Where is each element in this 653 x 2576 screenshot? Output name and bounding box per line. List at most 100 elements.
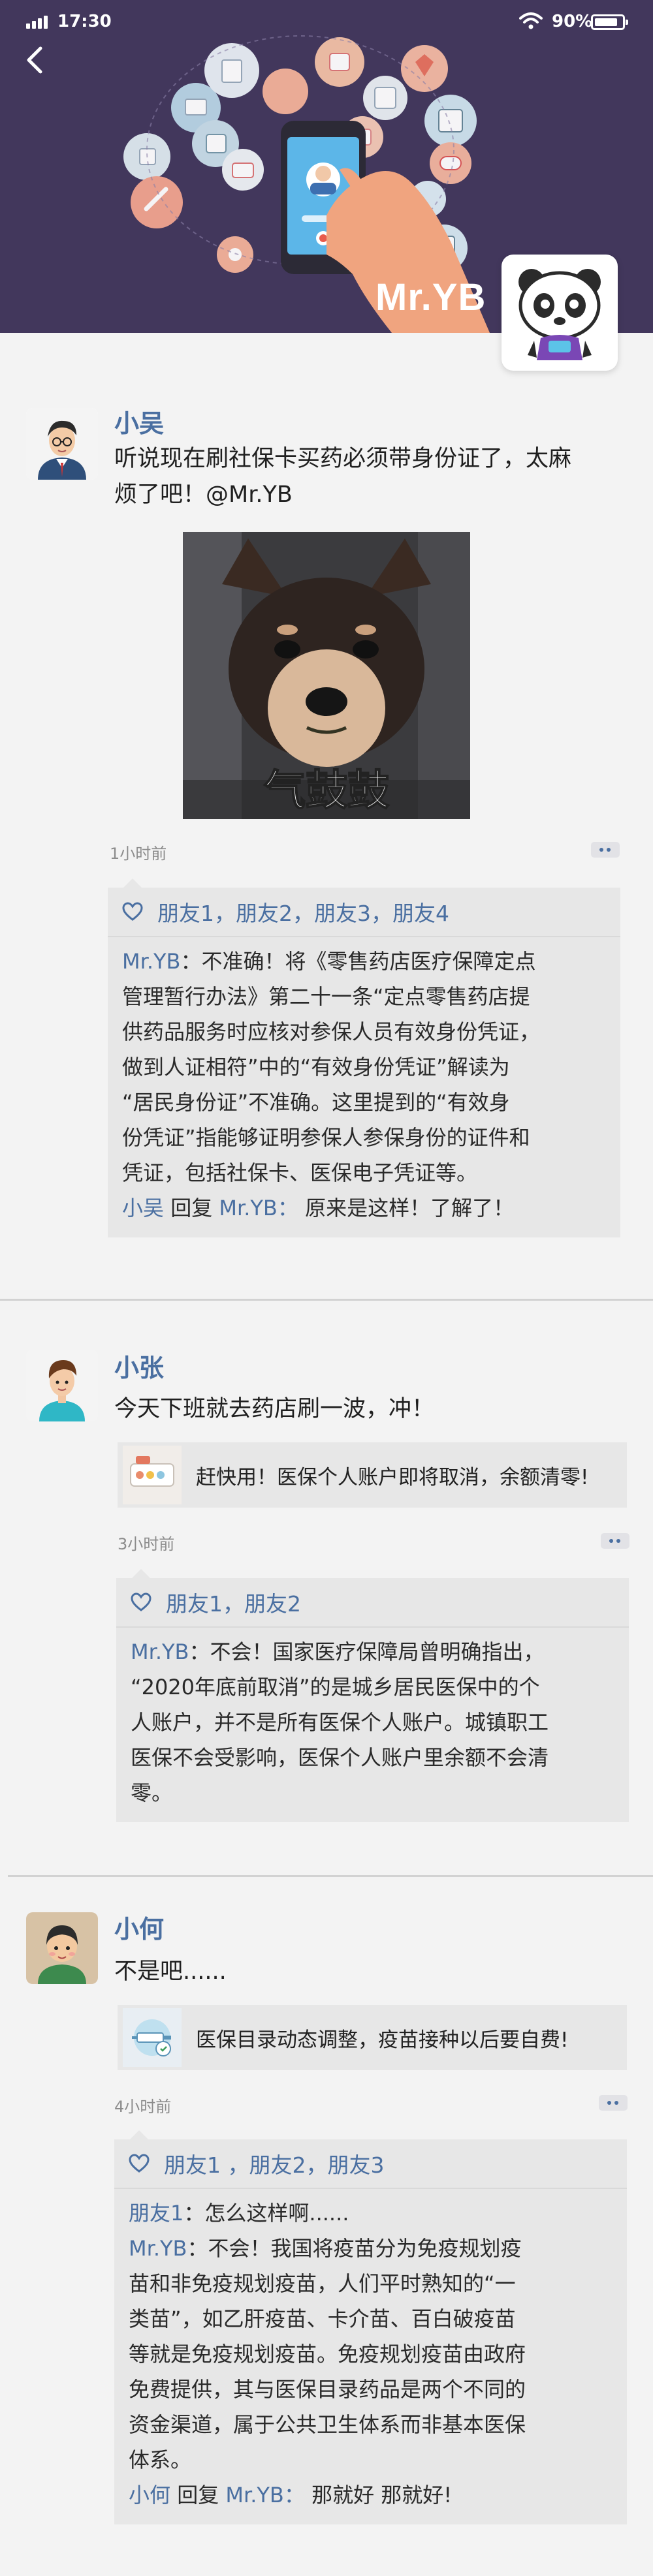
comment-sep: ： xyxy=(183,2201,205,2226)
comment-text: 份凭证”指能够证明参保人参保身份的证件和 xyxy=(122,1125,530,1150)
post-author[interactable]: 小何 xyxy=(114,1909,164,1945)
comment-text: 怎么这样啊...... xyxy=(204,2201,349,2226)
comment-text: 管理暂行办法》第二十一条“定点零售药店提 xyxy=(122,984,530,1009)
comment-text: 供药品服务时应核对参保人员有效身份凭证， xyxy=(122,1019,541,1044)
comment-author[interactable]: 朋友1 xyxy=(129,2201,183,2226)
comment[interactable]: 朋友1：怎么这样啊...... xyxy=(129,2196,613,2231)
likes-row: 朋友1，朋友2，朋友3，朋友4 xyxy=(108,888,620,937)
heart-icon[interactable] xyxy=(122,902,143,922)
comment-text: 做到人证相符”中的“有效身份凭证”解读为 xyxy=(122,1055,510,1079)
comment-author[interactable]: Mr.YB xyxy=(131,1639,189,1664)
comment-text: 人账户，并不是所有医保个人账户。城镇职工 xyxy=(131,1710,549,1735)
comment-text: 苗和非免疫规划疫苗，人们平时熟知的“一 xyxy=(129,2271,516,2296)
comment-box: 朋友1 ，朋友2，朋友3 朋友1：怎么这样啊...... Mr.YB：不会！我国… xyxy=(114,2130,627,2524)
reply-target[interactable]: Mr.YB xyxy=(225,2483,284,2507)
reply-target[interactable]: Mr.YB xyxy=(219,1196,278,1220)
link-title: 医保目录动态调整，疫苗接种以后要自费! xyxy=(196,2028,569,2052)
account-logo[interactable] xyxy=(502,255,618,371)
post-time: 1小时前 xyxy=(110,845,167,863)
comment-reply[interactable]: 小何 回复 Mr.YB： 那就好 那就好! xyxy=(129,2477,613,2513)
comment-list: Mr.YB：不准确！将《零售药店医疗保障定点 管理暂行办法》第二十一条“定点零售… xyxy=(108,937,620,1237)
comment-text: 不会！国家医疗保障局曾明确指出， xyxy=(210,1639,545,1664)
reply-author[interactable]: 小吴 xyxy=(122,1196,164,1220)
post-time: 4小时前 xyxy=(114,2098,172,2116)
comment-text: “居民身份证”不准确。这里提到的“有效身 xyxy=(122,1090,510,1115)
comment-text: 免费提供，其与医保目录药品是两个不同的 xyxy=(129,2377,526,2402)
comment[interactable]: Mr.YB：不会！我国将疫苗分为免疫规划疫 苗和非免疫规划疫苗，人们平时熟知的“… xyxy=(129,2231,613,2477)
more-dots-icon[interactable] xyxy=(599,2095,628,2111)
comment-text: 凭证，包括社保卡、医保电子凭证等。 xyxy=(122,1160,478,1185)
comment-sep: ： xyxy=(277,1196,298,1220)
likes-row: 朋友1，朋友2 xyxy=(116,1578,629,1628)
brand-title: Mr.YB xyxy=(375,276,486,318)
comment-text: 医保不会受影响，医保个人账户里余额不会清 xyxy=(131,1745,549,1770)
image-caption: 气鼓鼓 xyxy=(263,766,390,816)
battery-percent: 90% xyxy=(552,12,593,31)
comment-list: Mr.YB：不会！国家医疗保障局曾明确指出， “2020年底前取消”的是城乡居民… xyxy=(116,1628,629,1822)
medicine-thumbnail xyxy=(123,1446,182,1504)
comment-sep: ： xyxy=(180,949,202,974)
post-text: 今天下班就去药店刷一波，冲！ xyxy=(114,1391,624,1427)
comment[interactable]: Mr.YB：不会！国家医疗保障局曾明确指出， “2020年底前取消”的是城乡居民… xyxy=(131,1634,614,1810)
comment[interactable]: Mr.YB：不准确！将《零售药店医疗保障定点 管理暂行办法》第二十一条“定点零售… xyxy=(122,944,606,1190)
likes-names[interactable]: 朋友1，朋友2 xyxy=(166,1587,301,1618)
avatar[interactable] xyxy=(26,1912,98,1984)
reply-author[interactable]: 小何 xyxy=(129,2483,170,2507)
post-text: 不是吧...... xyxy=(114,1954,624,1990)
more-dots-icon[interactable] xyxy=(601,1533,629,1549)
heart-icon[interactable] xyxy=(131,1592,151,1612)
comment-sep: ： xyxy=(187,2236,208,2261)
post-text-line: 烦了吧！@Mr.YB xyxy=(114,482,293,508)
comment-sep: ： xyxy=(189,1639,210,1664)
post-text-line: 今天下班就去药店刷一波，冲！ xyxy=(114,1396,435,1422)
comment-sep: ： xyxy=(283,2483,305,2507)
post-image[interactable]: 气鼓鼓 xyxy=(183,532,470,819)
heart-icon[interactable] xyxy=(129,2154,150,2173)
status-time: 17:30 xyxy=(57,12,112,31)
post-author[interactable]: 小张 xyxy=(114,1348,164,1384)
more-dots-icon[interactable] xyxy=(591,842,620,858)
shared-link-card[interactable]: 赶快用！医保个人账户即将取消，余额清零! xyxy=(118,1442,627,1508)
reply-word: 回复 xyxy=(170,2483,226,2507)
comment-text: 类苗”，如乙肝疫苗、卡介苗、百白破疫苗 xyxy=(129,2306,516,2331)
avatar-boy-cartoon xyxy=(26,1912,98,1984)
comment-box: 朋友1，朋友2 Mr.YB：不会！国家医疗保障局曾明确指出， “2020年底前取… xyxy=(116,1569,629,1822)
reply-word: 回复 xyxy=(164,1196,219,1220)
avatar[interactable] xyxy=(26,1350,98,1421)
post-time: 3小时前 xyxy=(118,1535,175,1553)
comment-text: 不准确！将《零售药店医疗保障定点 xyxy=(201,949,536,974)
signal-icon xyxy=(26,14,52,29)
post-divider xyxy=(0,1299,653,1301)
post-divider xyxy=(8,1875,653,1877)
comment-list: 朋友1：怎么这样啊...... Mr.YB：不会！我国将疫苗分为免疫规划疫 苗和… xyxy=(114,2189,627,2524)
link-title: 赶快用！医保个人账户即将取消，余额清零! xyxy=(196,1465,589,1489)
comment-text: “2020年底前取消”的是城乡居民医保中的个 xyxy=(131,1675,540,1699)
comment-author[interactable]: Mr.YB xyxy=(122,949,181,974)
comment-text: 那就好 那就好! xyxy=(304,2483,453,2507)
wifi-icon xyxy=(519,12,543,29)
post-text-line: 不是吧...... xyxy=(114,1959,227,1985)
shared-link-card[interactable]: 医保目录动态调整，疫苗接种以后要自费! xyxy=(118,2005,627,2070)
back-arrow-icon[interactable] xyxy=(20,40,52,80)
likes-names[interactable]: 朋友1 ，朋友2，朋友3 xyxy=(164,2148,384,2179)
comment-reply[interactable]: 小吴 回复 Mr.YB： 原来是这样！了解了！ xyxy=(122,1190,606,1226)
avatar[interactable] xyxy=(26,408,98,480)
panda-mascot-icon xyxy=(518,269,601,360)
likes-names[interactable]: 朋友1，朋友2，朋友3，朋友4 xyxy=(157,896,449,927)
post-text-line: 听说现在刷社保卡买药必须带身份证了，太麻 xyxy=(114,446,572,472)
avatar-man-glasses xyxy=(26,408,98,480)
likes-row: 朋友1 ，朋友2，朋友3 xyxy=(114,2139,627,2189)
post-author[interactable]: 小吴 xyxy=(114,403,164,439)
comment-text: 不会！我国将疫苗分为免疫规划疫 xyxy=(208,2236,522,2261)
comment-text: 体系。 xyxy=(129,2447,192,2472)
comment-author[interactable]: Mr.YB xyxy=(129,2236,187,2261)
post-text: 听说现在刷社保卡买药必须带身份证了，太麻 烦了吧！@Mr.YB xyxy=(114,441,624,513)
comment-text: 资金渠道，属于公共卫生体系而非基本医保 xyxy=(129,2412,526,2437)
avatar-young-man xyxy=(26,1350,98,1421)
vaccine-thumbnail xyxy=(123,2008,182,2067)
comment-text: 等就是免疫规划疫苗。免疫规划疫苗由政府 xyxy=(129,2342,526,2367)
status-bar: 17:30 90% xyxy=(0,0,653,46)
battery-icon xyxy=(591,14,628,30)
comment-text: 零。 xyxy=(131,1780,173,1805)
comment-text: 原来是这样！了解了！ xyxy=(298,1196,515,1220)
